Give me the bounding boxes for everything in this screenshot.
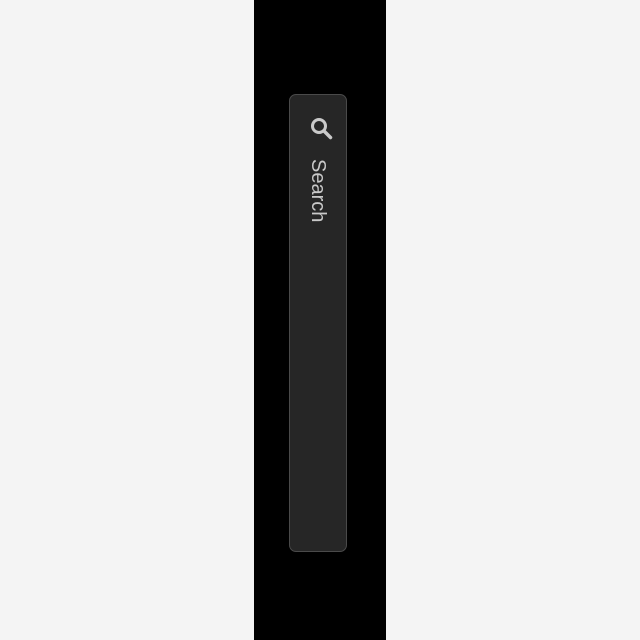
search-icon bbox=[311, 118, 333, 140]
search-field[interactable]: Search bbox=[289, 94, 347, 552]
left-blank-panel bbox=[0, 0, 254, 640]
search-placeholder: Search bbox=[307, 159, 329, 223]
screen: Search bbox=[0, 0, 640, 640]
right-blank-panel bbox=[386, 0, 640, 640]
